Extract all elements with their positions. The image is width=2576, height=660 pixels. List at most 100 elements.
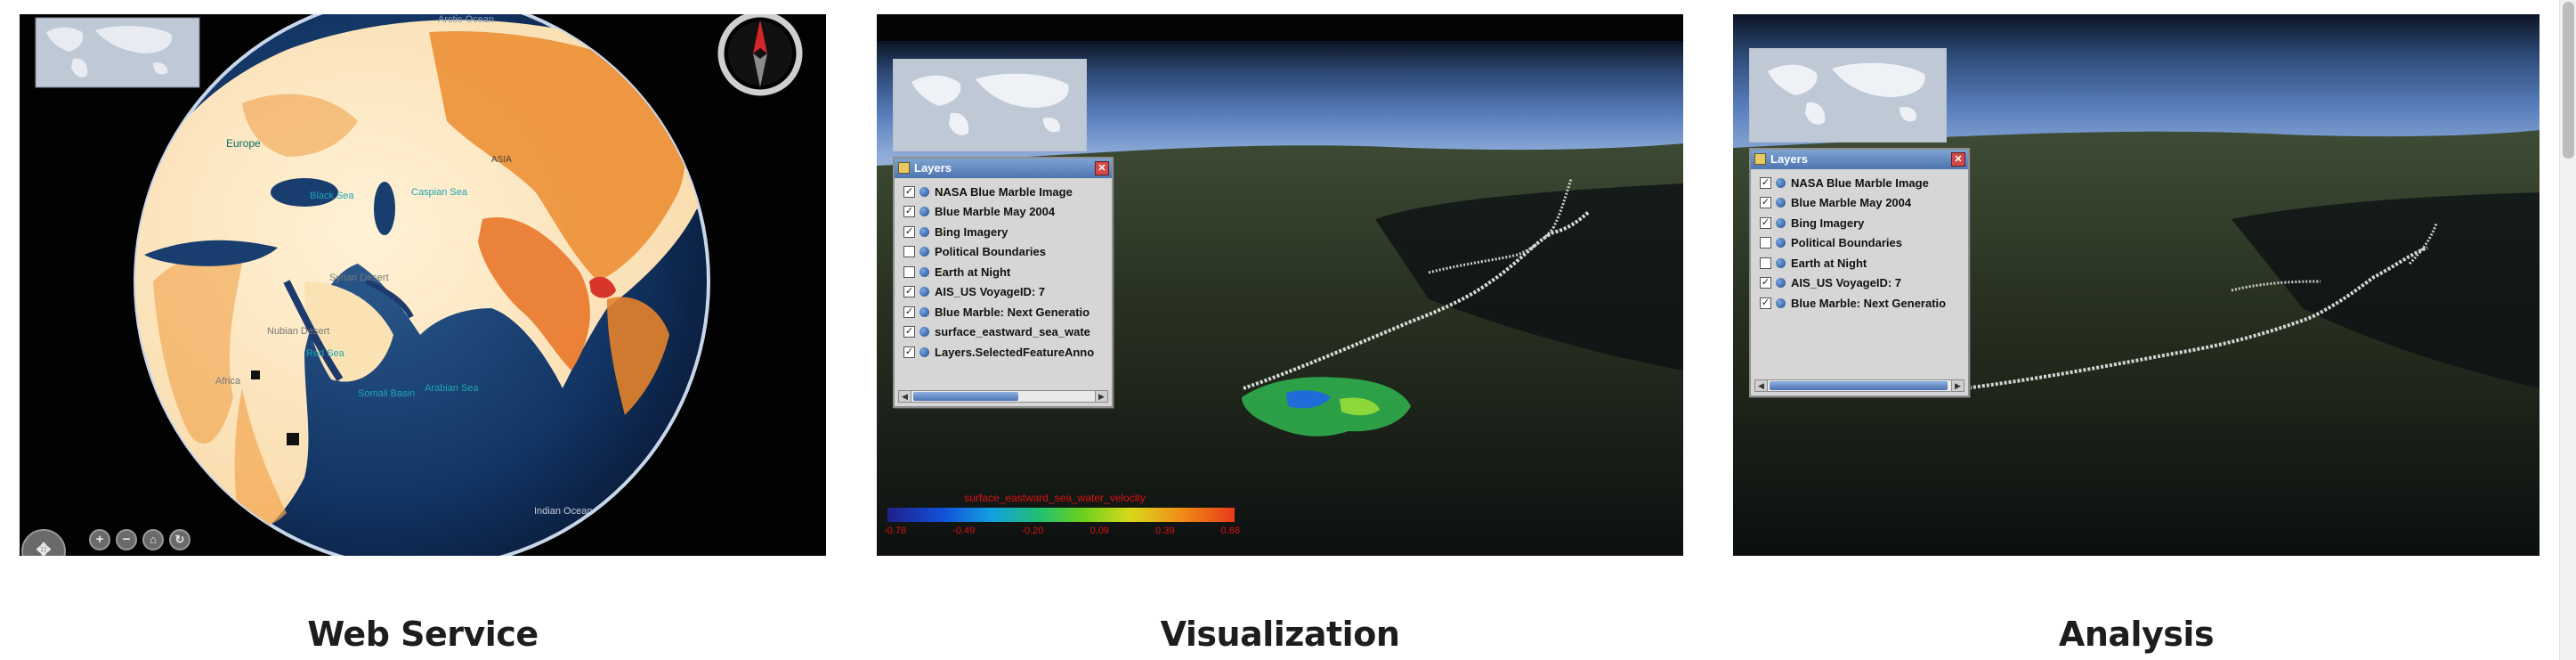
layer-checkbox[interactable] — [903, 265, 915, 278]
layer-item[interactable]: Political Boundaries — [1760, 233, 1968, 254]
layer-checkbox[interactable]: ✓ — [1760, 277, 1771, 289]
globe-icon — [919, 327, 929, 338]
globe-icon — [1776, 278, 1786, 289]
label-nubian: Nubian Desert — [267, 326, 330, 337]
layer-checkbox[interactable]: ✓ — [1760, 197, 1771, 209]
layers-window-icon — [1754, 153, 1766, 165]
layer-checkbox[interactable] — [1760, 257, 1771, 269]
web-service-screenshot: Arctic Ocean Europe ASIA Black Sea Caspi… — [20, 14, 826, 556]
label-indian: Indian Ocean — [534, 506, 593, 517]
scroll-thumb[interactable] — [1770, 381, 1948, 390]
label-syrian: Syrian Desert — [329, 273, 389, 283]
layer-label: Bing Imagery — [935, 224, 1009, 239]
globe-icon — [919, 207, 929, 217]
layer-checkbox[interactable]: ✓ — [903, 306, 915, 318]
label-africa: Africa — [215, 376, 241, 387]
analysis-screenshot: Layers ✕ ✓ NASA Blue Marble Image ✓ Blue Ma… — [1733, 14, 2540, 556]
label-europe: Europe — [226, 137, 261, 150]
globe-icon — [919, 247, 929, 257]
caption-web-service: Web Service — [307, 615, 539, 654]
zoom-out-icon[interactable]: − — [116, 529, 137, 550]
layer-label: Blue Marble: Next Generatio — [1791, 296, 1947, 310]
layer-label: Blue Marble: Next Generatio — [935, 305, 1090, 319]
layer-item[interactable]: ✓ NASA Blue Marble Image — [1760, 173, 1968, 193]
caption-visualization: Visualization — [1160, 615, 1400, 654]
globe-icon — [919, 226, 929, 237]
layers-title: Layers — [914, 161, 952, 175]
layer-checkbox[interactable]: ✓ — [903, 346, 915, 358]
layer-item[interactable]: Political Boundaries — [903, 242, 1112, 263]
layer-item[interactable]: ✓ Blue Marble May 2004 — [903, 202, 1112, 223]
overview-minimap[interactable] — [893, 59, 1087, 151]
globe-icon — [919, 266, 929, 277]
globe-icon — [1776, 238, 1786, 249]
layer-checkbox[interactable]: ✓ — [903, 225, 915, 238]
layer-checkbox[interactable]: ✓ — [1760, 176, 1771, 189]
colorbar-tick: 0.09 — [1090, 526, 1109, 536]
layer-label: surface_eastward_sea_wate — [935, 325, 1090, 339]
colorbar-tick: -0.20 — [1021, 526, 1044, 536]
layer-checkbox[interactable]: ✓ — [1760, 297, 1771, 309]
layer-item[interactable]: ✓ Layers.SelectedFeatureAnno — [903, 342, 1112, 363]
colorbar-tick: -0.78 — [884, 526, 907, 536]
layer-item[interactable]: ✓ NASA Blue Marble Image — [903, 182, 1112, 202]
layers-panel[interactable]: Layers ✕ ✓ NASA Blue Marble Image ✓ Blue Ma… — [893, 157, 1114, 408]
zoom-in-icon[interactable]: + — [89, 529, 110, 550]
layer-checkbox[interactable]: ✓ — [1760, 216, 1771, 229]
layer-checkbox[interactable]: ✓ — [903, 185, 915, 198]
home-icon[interactable]: ⌂ — [142, 529, 164, 550]
layers-title: Layers — [1770, 152, 1808, 166]
colorbar-ticks: -0.78 -0.49 -0.20 0.09 0.39 0.68 — [884, 526, 1240, 536]
label-somali: Somali Basin — [358, 388, 416, 399]
layer-item[interactable]: Earth at Night — [903, 262, 1112, 282]
layer-label: Earth at Night — [1791, 256, 1867, 270]
layer-checkbox[interactable]: ✓ — [903, 286, 915, 298]
layers-horizontal-scrollbar[interactable]: ◀ ▶ — [1754, 379, 1964, 392]
scroll-thumb[interactable] — [913, 392, 1018, 401]
label-black-sea: Black Sea — [310, 191, 354, 201]
scroll-left-icon[interactable]: ◀ — [1755, 380, 1768, 391]
globe-icon — [919, 306, 929, 317]
layer-checkbox[interactable]: ✓ — [903, 206, 915, 218]
layer-item[interactable]: ✓ Blue Marble: Next Generatio — [1760, 293, 1968, 314]
globe-view[interactable] — [20, 14, 826, 556]
colorbar-tick: -0.49 — [952, 526, 976, 536]
colorbar-tick: 0.68 — [1220, 526, 1240, 536]
layers-title-bar[interactable]: Layers ✕ — [895, 159, 1112, 178]
layer-label: Earth at Night — [935, 265, 1011, 279]
scroll-right-icon[interactable]: ▶ — [1095, 391, 1107, 402]
layer-checkbox[interactable]: ✓ — [903, 326, 915, 338]
layer-label: Blue Marble May 2004 — [1791, 196, 1912, 210]
layer-item[interactable]: Earth at Night — [1760, 253, 1968, 273]
scroll-left-icon[interactable]: ◀ — [899, 391, 911, 402]
page-scrollbar-thumb[interactable] — [2563, 2, 2574, 159]
layer-item[interactable]: ✓ Blue Marble: Next Generatio — [903, 302, 1112, 322]
layer-item[interactable]: ✓ AIS_US VoyageID: 7 — [1760, 273, 1968, 294]
layer-item[interactable]: ✓ Bing Imagery — [1760, 213, 1968, 233]
layers-list: ✓ NASA Blue Marble Image ✓ Blue Marble May … — [895, 178, 1112, 363]
layers-title-bar[interactable]: Layers ✕ — [1751, 150, 1968, 169]
colorbar — [887, 508, 1235, 522]
close-icon[interactable]: ✕ — [1951, 152, 1965, 167]
refresh-icon[interactable]: ↻ — [169, 529, 190, 550]
label-caspian: Caspian Sea — [411, 187, 467, 198]
colorbar-title: surface_eastward_sea_water_velocity — [964, 492, 1146, 504]
label-arctic: Arctic Ocean — [438, 14, 494, 25]
layer-checkbox[interactable] — [1760, 237, 1771, 249]
close-icon[interactable]: ✕ — [1095, 161, 1109, 175]
page-scrollbar[interactable] — [2559, 0, 2576, 660]
label-arabian: Arabian Sea — [425, 383, 479, 394]
layer-item[interactable]: ✓ surface_eastward_sea_wate — [903, 322, 1112, 343]
layer-item[interactable]: ✓ Bing Imagery — [903, 222, 1112, 242]
layers-horizontal-scrollbar[interactable]: ◀ ▶ — [898, 390, 1108, 403]
scroll-right-icon[interactable]: ▶ — [1951, 380, 1964, 391]
layer-item[interactable]: ✓ Blue Marble May 2004 — [1760, 193, 1968, 214]
globe-icon — [1776, 257, 1786, 268]
layer-label: Bing Imagery — [1791, 216, 1865, 230]
caption-analysis: Analysis — [2058, 615, 2215, 654]
globe-icon — [919, 186, 929, 197]
layer-item[interactable]: ✓ AIS_US VoyageID: 7 — [903, 282, 1112, 303]
layers-panel[interactable]: Layers ✕ ✓ NASA Blue Marble Image ✓ Blue Ma… — [1749, 148, 1970, 397]
layer-checkbox[interactable] — [903, 246, 915, 258]
overview-minimap[interactable] — [1749, 48, 1947, 143]
